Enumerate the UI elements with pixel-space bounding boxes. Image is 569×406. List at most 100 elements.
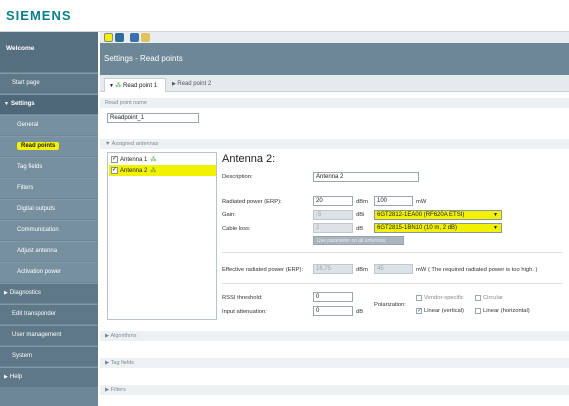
polarization-linear-horizontal-radio[interactable]	[475, 308, 481, 314]
polarization-linear-vertical-radio[interactable]	[416, 307, 422, 314]
antenna-list-item[interactable]: ✓ Antenna 2 ⁂	[109, 165, 216, 176]
section-filters[interactable]: ▶ Filters	[100, 385, 569, 395]
effective-power-dbm-input: 16.75	[313, 264, 353, 274]
power-warning-text: ( The required radiated power is too hig…	[428, 267, 538, 273]
antenna-list-item[interactable]: ✓ Antenna 1 ⁂	[109, 154, 216, 165]
tab-label: Read point 2	[177, 81, 212, 87]
polarization-vendor-label: Vendor-specific	[424, 295, 464, 301]
nav-adjust-antenna[interactable]: Adjust antenna	[0, 241, 98, 261]
antenna-title: Antenna 2:	[222, 153, 276, 165]
dropdown-caret-icon: ▼	[493, 225, 498, 231]
antenna-label: Antenna 2	[120, 168, 148, 174]
mw-unit: mW	[416, 267, 427, 273]
help-icon[interactable]	[104, 33, 113, 42]
tab-read-point-1[interactable]: ▼ ⁂ Read point 1	[104, 78, 166, 92]
icon-toolbar	[100, 32, 569, 43]
db-unit: dB	[356, 226, 364, 232]
nav-activation-power[interactable]: Activation power	[0, 262, 98, 282]
description-label: Description:	[222, 174, 253, 180]
polarization-vendor-radio[interactable]	[416, 295, 422, 301]
description-input[interactable]: Antenna 2	[313, 172, 419, 182]
chevron-down-icon: ▼	[105, 141, 112, 147]
chevron-right-icon: ▶	[4, 374, 8, 380]
nav-settings[interactable]: ▼ Settings	[0, 94, 98, 114]
dbi-unit: dBi	[356, 212, 365, 218]
input-attenuation-input[interactable]: 0	[313, 306, 353, 316]
dropdown-caret-icon: ▼	[493, 212, 498, 218]
nav-label: Diagnostics	[9, 290, 41, 296]
polarization-linear-vertical-label: Linear (vertical)	[424, 308, 464, 314]
info-icon[interactable]	[115, 33, 124, 42]
mw-unit: mW	[416, 199, 427, 205]
nav-tag-fields[interactable]: Tag fields	[0, 157, 98, 177]
welcome-header: Welcome	[0, 32, 98, 72]
section-assigned-antennas[interactable]: ▼ Assigned antennas	[100, 139, 569, 149]
brand-logo: SIEMENS	[6, 8, 72, 23]
polarization-circular-radio[interactable]	[475, 295, 481, 301]
cable-loss-input: 2	[313, 223, 353, 233]
nav-diagnostics[interactable]: ▶ Diagnostics	[0, 283, 98, 303]
checkbox-checked[interactable]: ✓	[111, 156, 118, 163]
nav-label: Activation power	[17, 269, 62, 275]
radiated-power-label: Radiated power (ERP):	[222, 199, 282, 205]
tab-label: Read point 1	[123, 83, 158, 89]
cable-loss-label: Cable loss:	[222, 226, 251, 232]
section-read-point-name: Read point name	[100, 98, 569, 108]
db-unit: dB	[356, 309, 364, 315]
chevron-right-icon: ▶	[4, 290, 8, 296]
radiated-power-dbm-input[interactable]: 20	[313, 196, 353, 206]
rssi-threshold-label: RSSI threshold:	[222, 295, 263, 301]
edit-icon[interactable]	[141, 33, 150, 42]
nav-label: System	[12, 353, 33, 359]
nav-read-points[interactable]: Read points	[0, 136, 98, 156]
nav-label: Settings	[10, 101, 35, 107]
tab-bar: ▼ ⁂ Read point 1 ▶ Read point 2	[100, 75, 569, 92]
nav-label: Filters	[17, 185, 34, 191]
nav-digital-outputs[interactable]: Digital outputs	[0, 199, 98, 219]
nav-user-management[interactable]: User management	[0, 325, 98, 345]
checkbox-checked[interactable]: ✓	[111, 167, 118, 174]
divider	[222, 283, 562, 284]
rssi-threshold-input[interactable]: 0	[313, 292, 353, 302]
radiated-power-mw-input[interactable]: 100	[374, 196, 413, 206]
section-tag-fields[interactable]: ▶ Tag fields	[100, 358, 569, 368]
nav-start-page[interactable]: Start page	[0, 73, 98, 93]
select-value: 6GT2815-1BN10 (10 m, 2 dB)	[377, 225, 458, 231]
nav-label: Tag fields	[17, 164, 43, 170]
dbm-unit: dBm	[356, 267, 368, 273]
nav-edit-transponder[interactable]: Edit transponder	[0, 304, 98, 324]
nav-help[interactable]: ▶ Help	[0, 367, 98, 387]
section-label: Read point name	[105, 100, 147, 106]
cable-type-select[interactable]: 6GT2815-1BN10 (10 m, 2 dB) ▼	[374, 223, 502, 233]
nav-label: Help	[9, 374, 23, 380]
sidebar: Welcome Start page ▼ Settings General Rea…	[0, 32, 98, 406]
tab-read-point-2[interactable]: ▶ Read point 2	[168, 78, 228, 92]
antenna-icon: ⁂	[150, 157, 157, 163]
polarization-linear-horizontal-label: Linear (horizontal)	[483, 308, 530, 314]
section-algorithms[interactable]: ▶ Algorithms	[100, 331, 569, 341]
nav-system[interactable]: System	[0, 346, 98, 366]
use-parameter-button[interactable]: Use parameter on all antennas	[313, 236, 404, 245]
nav-general[interactable]: General	[0, 115, 98, 135]
section-label: Assigned antennas	[111, 141, 159, 147]
polarization-circular-label: Circular	[483, 295, 503, 301]
antenna-icon: ⁂	[115, 83, 124, 89]
nav-filters[interactable]: Filters	[0, 178, 98, 198]
section-label: Algorithms	[110, 333, 137, 339]
nav-label: Communication	[17, 227, 59, 233]
input-attenuation-label: Input attenuation:	[222, 309, 267, 315]
read-point-name-input[interactable]: Readpoint_1	[107, 113, 199, 123]
section-label: Tag fields	[110, 360, 134, 366]
antenna-type-select[interactable]: 6GT2812-1EA00 (RF620A ETSI) ▼	[374, 210, 502, 220]
antenna-list: ✓ Antenna 1 ⁂ ✓ Antenna 2 ⁂	[107, 152, 217, 320]
save-icon[interactable]	[130, 33, 139, 42]
antenna-icon: ⁂	[150, 168, 157, 174]
gain-input: -5	[313, 210, 353, 220]
effective-power-mw-input: 45	[374, 264, 413, 274]
nav-communication[interactable]: Communication	[0, 220, 98, 240]
nav-label: User management	[12, 332, 62, 338]
effective-power-label: Effective radiated power (ERP):	[222, 267, 304, 273]
chevron-down-icon: ▼	[4, 101, 9, 107]
top-bar: SIEMENS	[0, 0, 569, 32]
polarization-label: Polarization:	[374, 302, 406, 308]
